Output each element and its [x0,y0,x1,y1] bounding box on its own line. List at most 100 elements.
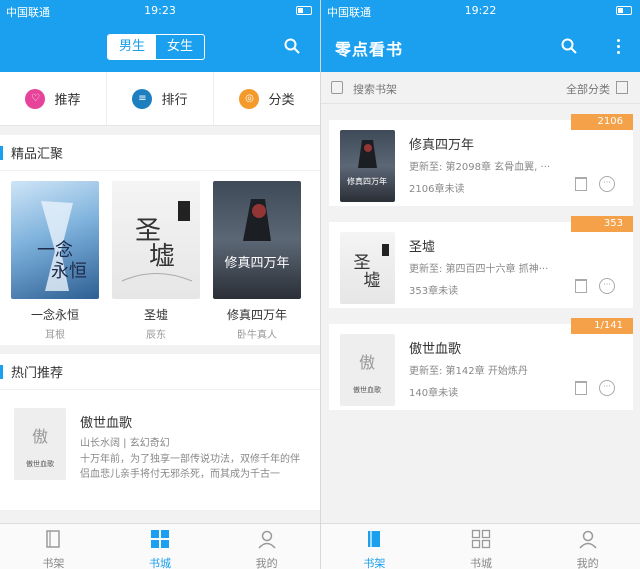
book-cover: 傲 傲世血歌 [14,408,66,480]
unread-badge: 353 [571,216,633,232]
tab-bookstore[interactable]: 书城 [428,524,535,569]
svg-text:傲世血歌: 傲世血歌 [26,459,54,468]
shelf-book[interactable]: 353 圣 墟 圣墟 更新至: 第四百四十六章 抓神··· 353章未读 ··· [329,216,633,308]
more-options-icon[interactable]: ··· [599,380,615,396]
top-bar: 零点看书 [321,22,640,72]
status-bar: 中国联通 19:22 [321,0,640,22]
book-cover: 修真四万年 [213,181,301,299]
book-unread: 140章未读 [409,388,459,399]
ranking-icon: ≡ [132,88,153,109]
section-title: 精品汇聚 [11,147,64,162]
quicknav-label: 推荐 [54,93,81,108]
book-author: 卧牛真人 [237,330,277,341]
profile-icon [579,530,597,549]
search-icon[interactable] [284,38,300,54]
book-description: 十万年前，为了独享一部传说功法，双修千年的伴侣血悲儿亲手将付无邪杀死，而其成为千… [80,454,300,480]
tab-label: 书架 [42,557,65,569]
tab-bookshelf[interactable]: 书架 [321,524,428,569]
app-title: 零点看书 [335,40,404,59]
clock: 19:22 [464,4,497,17]
tab-label: 我的 [576,557,599,569]
recommend-icon: ♡ [25,88,46,109]
bookstore-icon [471,529,491,549]
book-card[interactable]: 修真四万年 修真四万年 卧牛真人 [213,181,301,341]
quicknav-label: 分类 [268,93,295,108]
svg-text:墟: 墟 [364,271,381,291]
book-cover: 一念 永恒 [11,181,99,299]
book-unread: 353章未读 [409,286,459,297]
tab-label: 书城 [149,557,171,569]
book-title: 修真四万年 [409,138,475,153]
shelf-search-input[interactable]: 搜索书架 [353,81,397,97]
svg-text:傲: 傲 [359,353,375,372]
trash-icon[interactable] [575,177,587,191]
book-card[interactable]: 圣 墟 圣墟 辰东 [112,181,200,341]
book-card[interactable]: 一念 永恒 一念永恒 耳根 [11,181,99,341]
more-options-icon[interactable]: ··· [599,278,615,294]
bottom-tab-bar: 书架 书城 我的 [0,523,320,569]
shelf-book[interactable]: 2106 修真四万年 修真四万年 更新至: 第2098章 玄骨血翼, ··· 2… [329,114,633,206]
profile-icon [258,530,276,549]
shelf-book[interactable]: 1/141 傲 傲世血歌 傲世血歌 更新至: 第142章 开始炼丹 140章未读… [329,318,633,410]
quicknav-recommend[interactable]: ♡ 推荐 [0,72,107,125]
trash-icon[interactable] [575,279,587,293]
status-bar: 中国联通 19:23 [0,0,320,22]
book-title: 圣墟 [143,308,168,322]
unread-badge: 2106 [571,114,633,130]
book-meta: 山长水阔 | 玄幻奇幻 [80,438,170,449]
tab-bookstore[interactable]: 书城 [107,524,214,569]
bookshelf-screen: 中国联通 19:22 零点看书 搜索书架 全部分类 2106 修真四万年 修真四… [320,0,640,569]
book-unread: 2106章未读 [409,184,465,195]
top-bar: 男生 女生 [0,22,320,72]
tab-profile[interactable]: 我的 [534,524,640,569]
featured-books: 一念 永恒 一念永恒 耳根 圣 墟 圣墟 辰东 修真四万年 修真四万年 卧牛真人 [0,171,320,345]
bookstore-icon [151,530,169,548]
tab-bookshelf[interactable]: 书架 [0,524,107,569]
battery-icon [296,6,312,15]
featured-header: 精品汇聚 [0,135,320,171]
section-title: 热门推荐 [11,366,64,381]
tab-male[interactable]: 男生 [108,35,156,59]
category-icon: ◎ [239,88,260,109]
book-title: 傲世血歌 [80,416,133,431]
svg-text:一念: 一念 [37,239,73,261]
book-cover: 圣 墟 [340,232,395,304]
hot-header: 热门推荐 [0,354,320,390]
book-cover: 修真四万年 [340,130,395,202]
quick-nav: ♡ 推荐 ≡ 排行 ◎ 分类 [0,72,320,126]
bookshelf-icon [46,530,61,548]
svg-text:傲世血歌: 傲世血歌 [353,385,381,394]
tab-label: 书架 [363,557,386,569]
book-cover: 傲 傲世血歌 [340,334,395,406]
tab-label: 我的 [255,557,278,569]
quicknav-ranking[interactable]: ≡ 排行 [107,72,214,125]
gender-switch: 男生 女生 [107,34,205,60]
svg-text:圣: 圣 [354,253,371,273]
book-update: 更新至: 第142章 开始炼丹 [409,366,528,377]
clock: 19:23 [144,4,176,17]
battery-icon [616,6,632,15]
category-icon[interactable] [616,81,628,94]
more-icon[interactable] [616,37,620,57]
all-categories-button[interactable]: 全部分类 [566,81,610,97]
quicknav-category[interactable]: ◎ 分类 [214,72,320,125]
book-update: 更新至: 第四百四十六章 抓神··· [409,264,549,275]
hot-book[interactable]: 傲 傲世血歌 傲世血歌 山长水阔 | 玄幻奇幻 十万年前，为了独享一部传说功法，… [0,390,320,510]
more-options-icon[interactable]: ··· [599,176,615,192]
svg-text:傲: 傲 [32,427,48,446]
shelf-search-icon[interactable] [331,81,343,94]
unread-badge: 1/141 [571,318,633,334]
tab-female[interactable]: 女生 [156,35,204,59]
trash-icon[interactable] [575,381,587,395]
tab-profile[interactable]: 我的 [213,524,320,569]
search-icon[interactable] [561,38,577,54]
svg-text:永恒: 永恒 [51,261,87,282]
book-title: 修真四万年 [226,308,287,322]
bookshelf-icon [368,531,381,547]
book-title: 傲世血歌 [409,342,462,357]
bookstore-screen: 中国联通 19:23 男生 女生 ♡ 推荐 ≡ 排行 ◎ 分类 精品汇聚 一念 … [0,0,320,569]
tab-label: 书城 [470,557,492,569]
svg-text:修真四万年: 修真四万年 [347,176,387,186]
shelf-toolbar: 搜索书架 全部分类 [321,72,640,104]
book-update: 更新至: 第2098章 玄骨血翼, ··· [409,162,551,173]
